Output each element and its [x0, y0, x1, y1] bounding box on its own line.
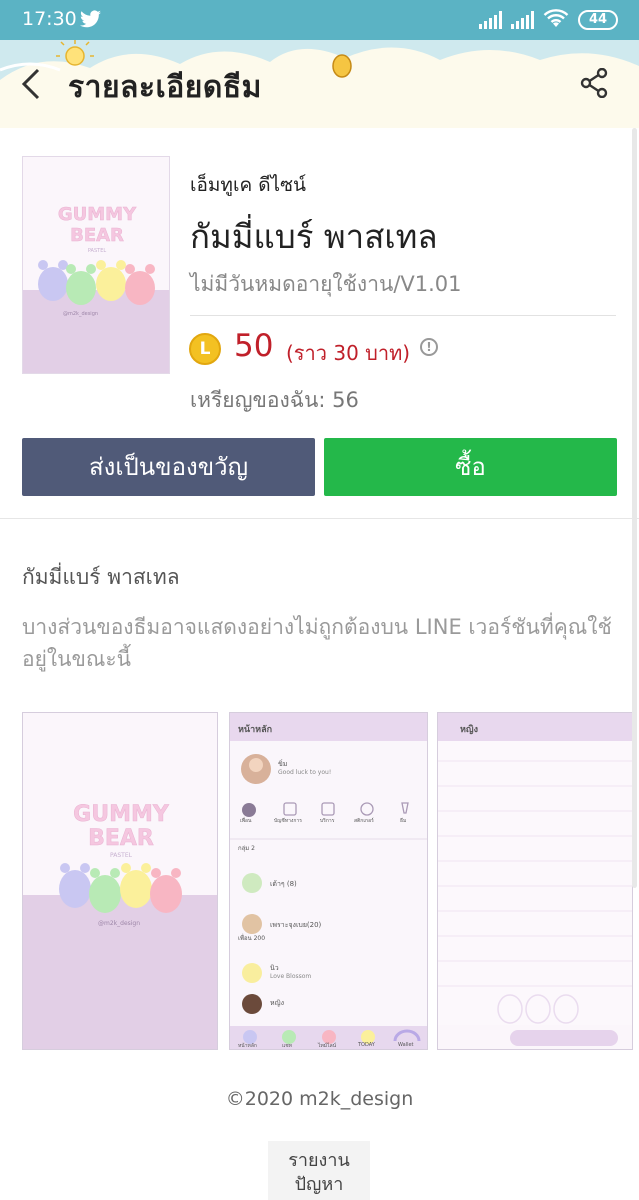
preview-home[interactable]: หน้าหลัก ขิ่ม Good luck to you! เพื่อน บ…: [229, 712, 428, 1050]
preview-tab: บัญชีทางการ: [274, 818, 302, 824]
preview-tab: เพื่อน: [240, 818, 252, 824]
battery-level: 44: [588, 12, 608, 27]
battery-icon: 44: [578, 10, 618, 30]
preview-home-body: [230, 754, 427, 1049]
preview-group-item: เพราะจุงเบย(20): [270, 921, 322, 929]
description-title: กัมมี่แบร์ พาสเทล: [22, 565, 180, 589]
info-icon[interactable]: !: [420, 338, 438, 356]
svg-text:BEAR: BEAR: [70, 225, 124, 246]
report-problem-button[interactable]: รายงาน ปัญหา: [268, 1141, 370, 1200]
signal-icon: [511, 11, 534, 29]
preview-home-title: หน้าหลัก: [238, 725, 273, 735]
svg-text:GUMMY: GUMMY: [73, 802, 170, 827]
svg-text:PASTEL: PASTEL: [88, 248, 107, 254]
preview-splash[interactable]: GUMMY BEAR PASTEL @m2k_design: [22, 712, 218, 1050]
page-title: รายละเอียดธีม: [68, 70, 262, 105]
preview-tab: ธีม: [400, 818, 407, 824]
svg-text:BEAR: BEAR: [88, 826, 154, 851]
preview-tab: บริการ: [320, 818, 335, 824]
share-button[interactable]: [580, 68, 608, 98]
preview-profile-status: Good luck to you!: [278, 769, 332, 776]
preview-friends-label: เพื่อน 200: [238, 935, 266, 942]
preview-friend-status: Love Blossom: [270, 973, 312, 980]
app-header: รายละเอียดธีม: [0, 40, 639, 128]
back-button[interactable]: [20, 68, 42, 100]
section-divider: [0, 518, 639, 519]
twitter-icon: [80, 10, 101, 28]
svg-text:PASTEL: PASTEL: [110, 852, 133, 859]
svg-text:@m2k_design: @m2k_design: [63, 311, 98, 317]
preview-chat-body: [438, 760, 632, 1049]
preview-nav-item: TODAY: [358, 1042, 375, 1048]
preview-home-header: หน้าหลัก: [230, 713, 427, 741]
preview-nav-item: Wallet: [398, 1042, 414, 1048]
line-coin-icon: L: [189, 333, 221, 365]
preview-friend-name: หญิง: [270, 999, 284, 1007]
preview-chat[interactable]: หญิง: [437, 712, 633, 1050]
publisher-name[interactable]: เอ็มทูเค ดีไซน์: [190, 170, 306, 200]
preview-nav-item: ไทม์ไลน์: [318, 1043, 337, 1049]
svg-text:GUMMY: GUMMY: [58, 204, 137, 225]
svg-text:@m2k_design: @m2k_design: [98, 920, 140, 927]
signal-icon: [479, 11, 502, 29]
gummy-bear-artwork: GUMMY BEAR PASTEL @m2k_design: [23, 157, 169, 373]
copyright: ©2020 m2k_design: [225, 1088, 414, 1110]
scrollbar[interactable]: [632, 128, 637, 888]
preview-group-item: เต้าๆ (8): [270, 880, 297, 888]
theme-thumbnail[interactable]: GUMMY BEAR PASTEL @m2k_design: [22, 156, 170, 374]
preview-nav-item: หน้าหลัก: [238, 1043, 257, 1049]
preview-chat-title: หญิง: [460, 725, 478, 735]
price-approx-baht: (ราว 30 บาท): [286, 341, 411, 365]
preview-nav-item: แชท: [282, 1043, 292, 1049]
buy-button[interactable]: ซื้อ: [324, 438, 617, 496]
price-coins: 50: [234, 328, 274, 364]
preview-splash-image: GUMMY BEAR PASTEL @m2k_design: [23, 713, 217, 1049]
divider: [190, 315, 616, 316]
preview-chat-header: หญิง: [438, 713, 632, 741]
wifi-icon: [543, 9, 569, 27]
theme-expiry-version: ไม่มีวันหมดอายุใช้งาน/V1.01: [190, 272, 462, 296]
status-time: 17:30: [22, 8, 77, 30]
send-gift-button[interactable]: ส่งเป็นของขวัญ: [22, 438, 315, 496]
my-coins-balance: เหรียญของฉัน: 56: [190, 388, 359, 412]
description-text: บางส่วนของธีมอาจแสดงอย่างไม่ถูกต้องบน LI…: [22, 615, 612, 671]
status-bar: 17:30 44: [0, 0, 639, 40]
preview-group-label: กลุ่ม 2: [238, 845, 255, 852]
preview-tab: สติกเกอร์: [354, 818, 374, 824]
theme-name: กัมมี่แบร์ พาสเทล: [190, 217, 438, 256]
